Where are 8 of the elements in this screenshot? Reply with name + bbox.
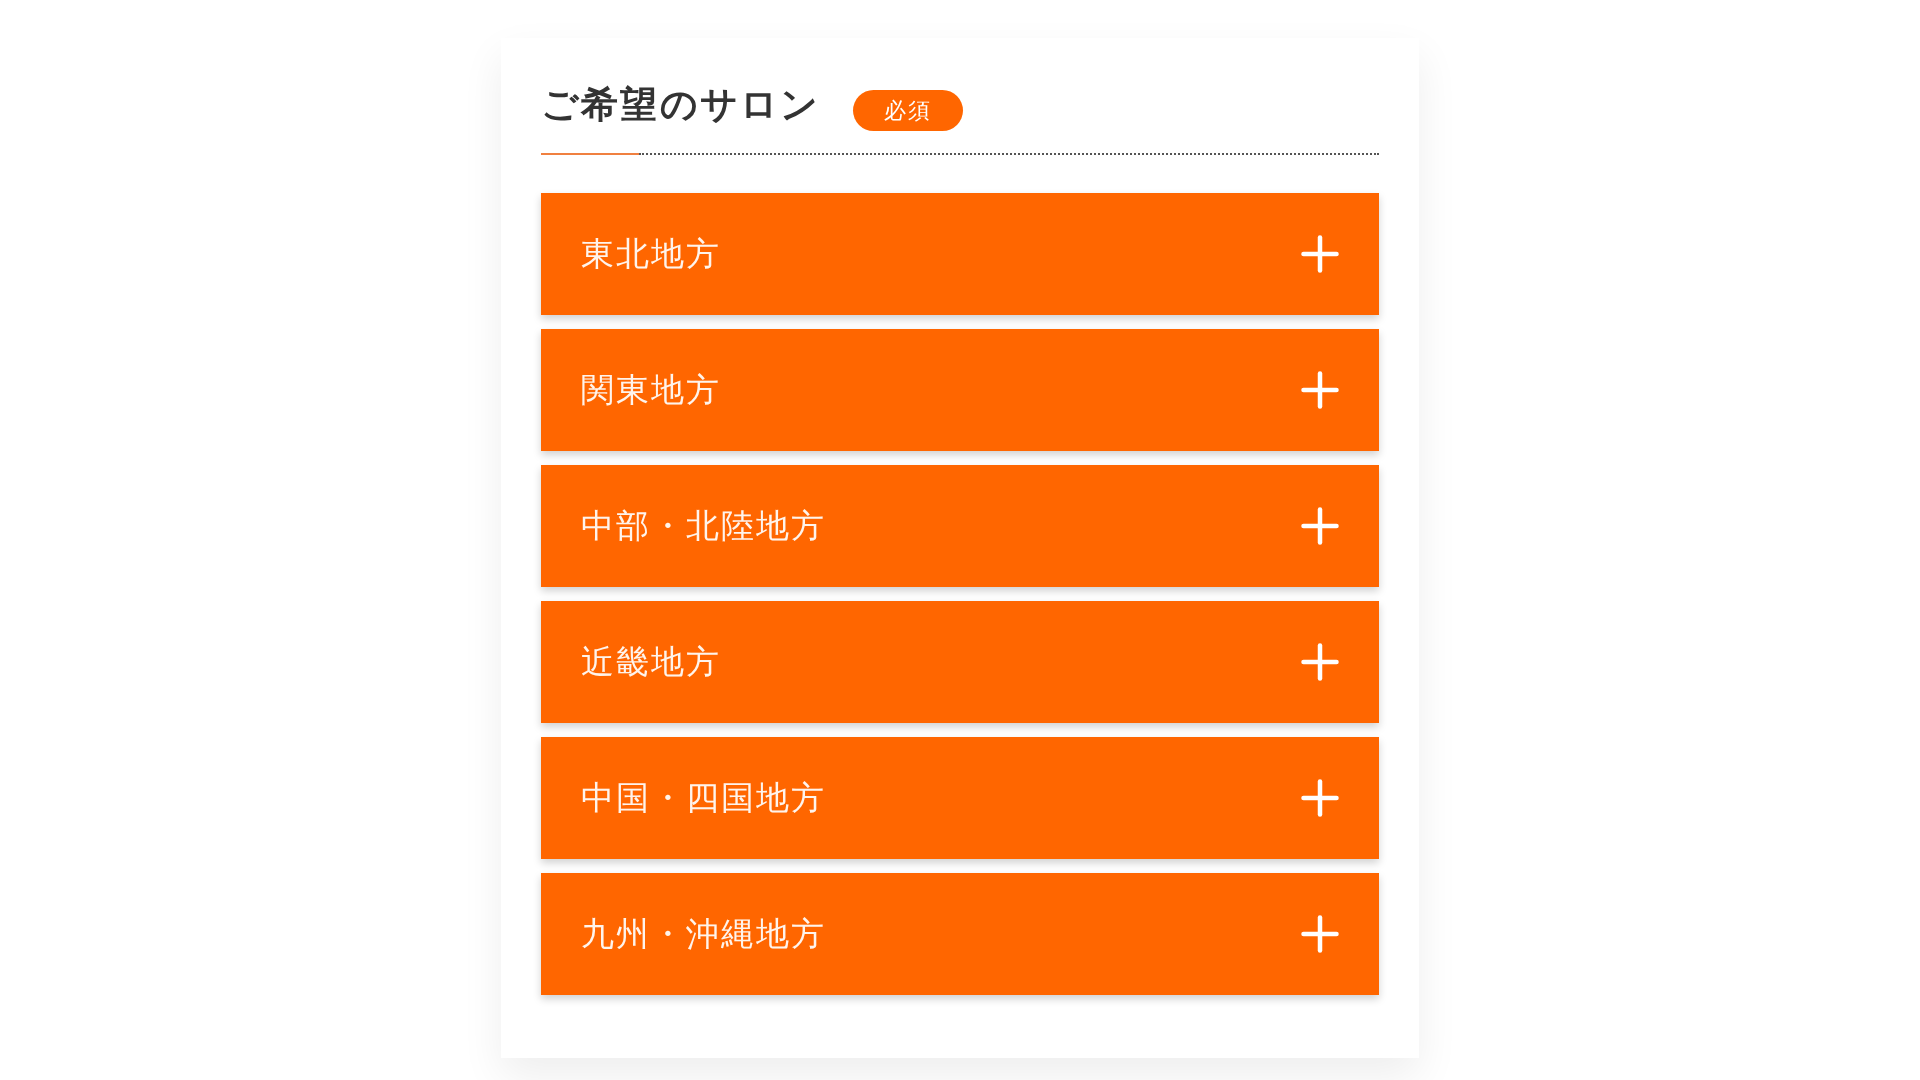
required-badge: 必須 (852, 90, 963, 131)
region-accordion-header[interactable]: 九州・沖縄地方 (541, 873, 1379, 995)
region-accordion-header[interactable]: 東北地方 (541, 193, 1379, 315)
region-accordion-header[interactable]: 中国・四国地方 (541, 737, 1379, 859)
region-accordion-header[interactable]: 関東地方 (541, 329, 1379, 451)
region-accordion-header[interactable]: 中部・北陸地方 (541, 465, 1379, 587)
region-accordion-header[interactable]: 近畿地方 (541, 601, 1379, 723)
section-title: ご希望のサロン (541, 81, 821, 128)
